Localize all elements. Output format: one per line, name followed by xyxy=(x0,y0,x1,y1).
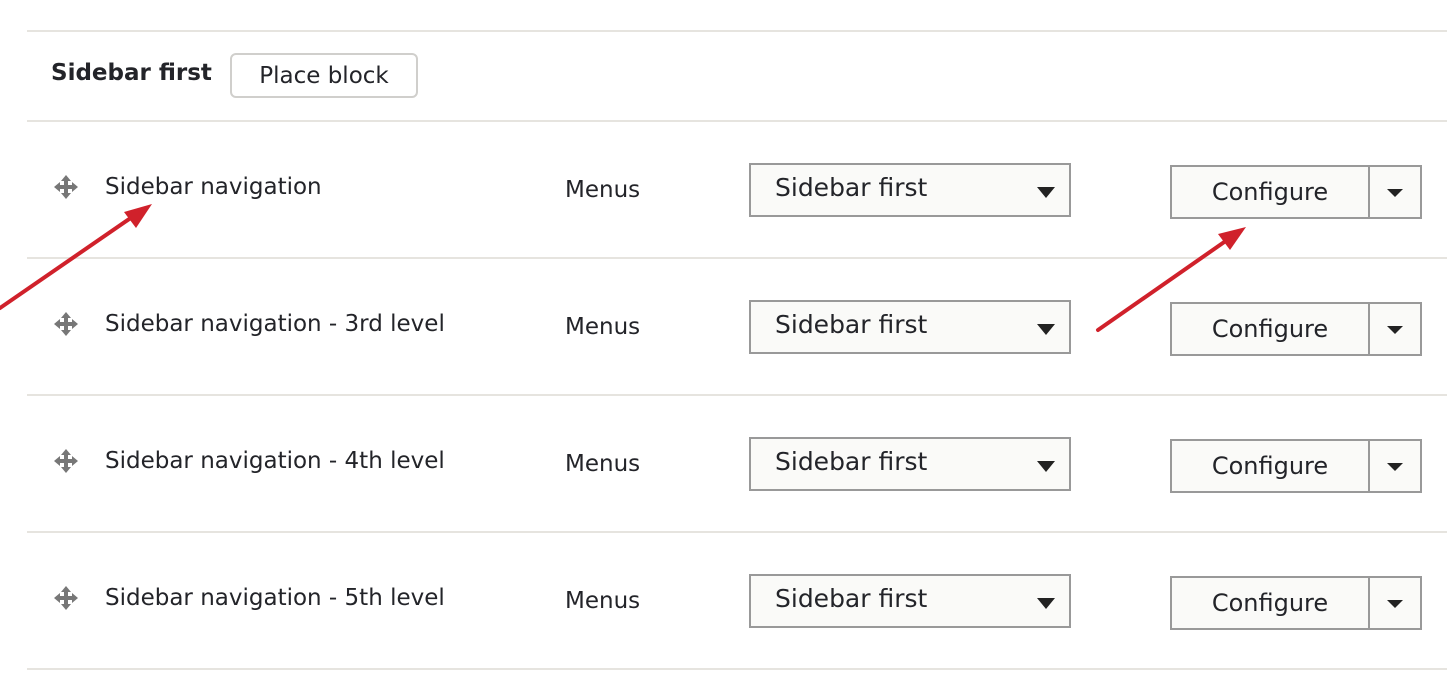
chevron-down-icon xyxy=(1387,600,1403,608)
region-select-value: Sidebar first xyxy=(775,447,928,476)
chevron-down-icon xyxy=(1387,463,1403,471)
block-row: Sidebar navigation Menus Sidebar first C… xyxy=(0,121,1447,258)
region-select[interactable]: Sidebar first xyxy=(749,437,1071,491)
region-select-value: Sidebar first xyxy=(775,310,928,339)
block-category: Menus xyxy=(565,177,641,203)
region-select[interactable]: Sidebar first xyxy=(749,300,1071,354)
block-row: Sidebar navigation - 5th level Menus Sid… xyxy=(0,532,1447,669)
dropbutton-toggle[interactable] xyxy=(1370,304,1420,354)
block-category: Menus xyxy=(565,588,641,614)
configure-dropbutton: Configure xyxy=(1170,302,1422,356)
place-block-button[interactable]: Place block xyxy=(230,53,418,98)
configure-dropbutton: Configure xyxy=(1170,576,1422,630)
configure-button[interactable]: Configure xyxy=(1172,304,1370,354)
drag-handle-icon[interactable] xyxy=(52,310,80,338)
configure-button[interactable]: Configure xyxy=(1172,167,1370,217)
block-row: Sidebar navigation - 4th level Menus Sid… xyxy=(0,395,1447,532)
chevron-down-icon xyxy=(1387,326,1403,334)
divider xyxy=(27,30,1447,32)
block-name: Sidebar navigation xyxy=(105,174,322,200)
dropbutton-toggle[interactable] xyxy=(1370,167,1420,217)
region-select[interactable]: Sidebar first xyxy=(749,574,1071,628)
chevron-down-icon xyxy=(1037,598,1055,609)
configure-dropbutton: Configure xyxy=(1170,439,1422,493)
region-select-value: Sidebar first xyxy=(775,584,928,613)
block-name: Sidebar navigation - 5th level xyxy=(105,585,445,611)
dropbutton-toggle[interactable] xyxy=(1370,441,1420,491)
drag-handle-icon[interactable] xyxy=(52,447,80,475)
block-category: Menus xyxy=(565,314,641,340)
chevron-down-icon xyxy=(1037,324,1055,335)
block-name: Sidebar navigation - 3rd level xyxy=(105,311,445,337)
chevron-down-icon xyxy=(1037,187,1055,198)
configure-dropbutton: Configure xyxy=(1170,165,1422,219)
dropbutton-toggle[interactable] xyxy=(1370,578,1420,628)
block-category: Menus xyxy=(565,451,641,477)
configure-button[interactable]: Configure xyxy=(1172,578,1370,628)
region-select-value: Sidebar first xyxy=(775,173,928,202)
block-row: Sidebar navigation - 3rd level Menus Sid… xyxy=(0,258,1447,395)
block-name: Sidebar navigation - 4th level xyxy=(105,448,445,474)
region-title: Sidebar first xyxy=(51,60,212,86)
configure-button[interactable]: Configure xyxy=(1172,441,1370,491)
chevron-down-icon xyxy=(1387,189,1403,197)
drag-handle-icon[interactable] xyxy=(52,584,80,612)
region-select[interactable]: Sidebar first xyxy=(749,163,1071,217)
drag-handle-icon[interactable] xyxy=(52,173,80,201)
divider xyxy=(27,668,1447,670)
chevron-down-icon xyxy=(1037,461,1055,472)
